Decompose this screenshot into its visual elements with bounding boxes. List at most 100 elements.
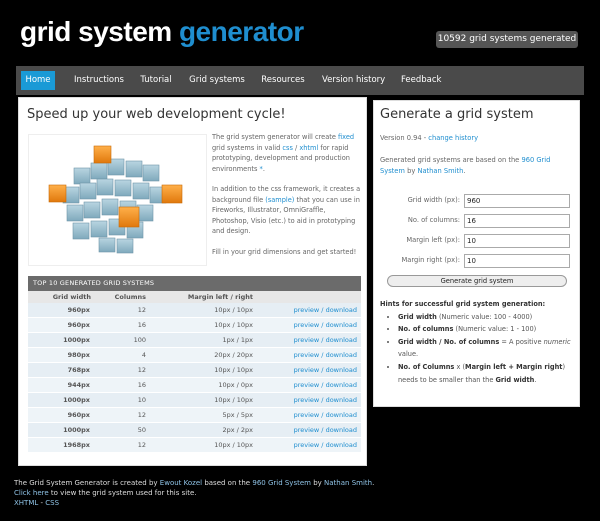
- download-link[interactable]: download: [326, 321, 357, 329]
- hints-list: Grid width (Numeric value: 100 - 4000) N…: [380, 311, 572, 387]
- cell-grid-width: 1000px: [63, 396, 90, 404]
- nav-item-tutorial[interactable]: Tutorial: [137, 71, 175, 90]
- field-columns: No. of columns:: [382, 214, 572, 228]
- cell-actions: preview / download: [294, 363, 357, 377]
- download-link[interactable]: download: [326, 441, 357, 449]
- download-link[interactable]: download: [326, 381, 357, 389]
- based-by: by: [407, 167, 416, 175]
- cell-grid-width: 944px: [67, 381, 90, 389]
- footer-line-2: Click here to view the grid system used …: [14, 488, 594, 498]
- cell-margins: 5px / 5px: [222, 411, 253, 419]
- intro-p1-text-2: grid systems in valid: [212, 143, 281, 152]
- link-ewout-kozel[interactable]: Ewout Kozel: [160, 479, 202, 487]
- intro-paragraph-1: The grid system generator will create fi…: [212, 132, 362, 174]
- footer-text-end: .: [372, 479, 375, 487]
- grid-cubes-illustration: [28, 134, 207, 266]
- link-click-here[interactable]: Click here: [14, 489, 49, 497]
- cell-columns: 100: [133, 336, 146, 344]
- download-link[interactable]: download: [326, 336, 357, 344]
- hint-3-text: = A positive: [501, 337, 542, 346]
- cell-actions: preview / download: [294, 333, 357, 347]
- preview-link[interactable]: preview: [294, 306, 320, 314]
- nav-item-resources[interactable]: Resources: [261, 71, 305, 90]
- download-link[interactable]: download: [326, 426, 357, 434]
- download-link[interactable]: download: [326, 411, 357, 419]
- logo-text-generator: generator: [178, 16, 304, 47]
- cell-actions: preview / download: [294, 393, 357, 407]
- logo-text-grid-system: grid system: [20, 16, 172, 47]
- cell-columns: 16: [137, 321, 146, 329]
- link-nathan-smith[interactable]: Nathan Smith: [417, 167, 463, 175]
- download-link[interactable]: download: [326, 366, 357, 374]
- nav-item-version-history[interactable]: Version history: [322, 71, 385, 90]
- cell-actions: preview / download: [294, 408, 357, 422]
- input-margin-right[interactable]: [464, 254, 570, 268]
- preview-link[interactable]: preview: [294, 336, 320, 344]
- preview-link[interactable]: preview: [294, 381, 320, 389]
- cell-columns: 10: [137, 396, 146, 404]
- input-grid-width[interactable]: [464, 194, 570, 208]
- intro-p1-end: .: [262, 164, 265, 173]
- table-row: 960px 16 10px / 10px preview / download: [28, 318, 361, 333]
- preview-link[interactable]: preview: [294, 411, 320, 419]
- hints-section: Hints for successful grid system generat…: [380, 298, 572, 386]
- preview-link[interactable]: preview: [294, 441, 320, 449]
- preview-link[interactable]: preview: [294, 396, 320, 404]
- cell-margins: 20px / 20px: [214, 351, 253, 359]
- hint-4-tail: .: [534, 375, 537, 384]
- footer-sep: -: [40, 499, 44, 507]
- input-margin-left[interactable]: [464, 234, 570, 248]
- link-separator: /: [321, 351, 324, 359]
- link-css[interactable]: css: [282, 144, 293, 152]
- nav-item-grid-systems[interactable]: Grid systems: [189, 71, 245, 90]
- site-header: grid system generator 10592 grid systems…: [0, 0, 600, 62]
- intro-paragraph-2: In addition to the css framework, it cre…: [212, 184, 362, 237]
- footer-line-3: XHTML - CSS: [14, 498, 594, 508]
- link-footer-960-grid-system[interactable]: 960 Grid System: [252, 479, 311, 487]
- download-link[interactable]: download: [326, 351, 357, 359]
- download-link[interactable]: download: [326, 306, 357, 314]
- link-css-validator[interactable]: CSS: [45, 499, 59, 507]
- field-margin-right: Margin right (px):: [382, 254, 572, 268]
- cell-columns: 50: [137, 426, 146, 434]
- site-footer: The Grid System Generator is created by …: [14, 478, 594, 508]
- cell-grid-width: 1000px: [63, 426, 90, 434]
- hint-1-text: (Numeric value: 100 - 4000): [438, 312, 533, 321]
- preview-link[interactable]: preview: [294, 366, 320, 374]
- link-change-history[interactable]: change history: [428, 134, 478, 142]
- link-separator: /: [321, 411, 324, 419]
- preview-link[interactable]: preview: [294, 351, 320, 359]
- top10-rows: 960px 12 10px / 10px preview / download 960p…: [28, 303, 361, 453]
- hint-item: Grid width (Numeric value: 100 - 4000): [398, 311, 572, 324]
- cell-grid-width: 768px: [67, 366, 90, 374]
- link-xhtml-validator[interactable]: XHTML: [14, 499, 38, 507]
- generate-button[interactable]: Generate grid system: [387, 275, 567, 287]
- preview-link[interactable]: preview: [294, 321, 320, 329]
- table-row: 768px 12 10px / 10px preview / download: [28, 363, 361, 378]
- cell-actions: preview / download: [294, 423, 357, 437]
- generator-heading: Generate a grid system: [380, 107, 534, 122]
- label-grid-width: Grid width (px):: [407, 196, 460, 204]
- download-link[interactable]: download: [326, 396, 357, 404]
- cell-margins: 1px / 1px: [222, 336, 253, 344]
- nav-item-feedback[interactable]: Feedback: [401, 71, 441, 90]
- link-sample[interactable]: (sample): [265, 196, 294, 204]
- link-footer-nathan-smith[interactable]: Nathan Smith: [324, 479, 372, 487]
- cell-actions: preview / download: [294, 318, 357, 332]
- cell-grid-width: 1000px: [63, 336, 90, 344]
- nav-item-instructions[interactable]: Instructions: [69, 71, 129, 90]
- footer-text-4: to view the grid system used for this si…: [50, 489, 197, 497]
- hints-title: Hints for successful grid system generat…: [380, 300, 546, 308]
- link-fixed[interactable]: fixed: [338, 133, 354, 141]
- nav-item-home[interactable]: Home: [21, 71, 55, 90]
- link-xhtml[interactable]: xhtml: [299, 144, 318, 152]
- hint-item: No. of columns (Numeric value: 1 - 100): [398, 323, 572, 336]
- cell-margins: 10px / 10px: [214, 396, 253, 404]
- site-logo[interactable]: grid system generator: [20, 15, 304, 49]
- preview-link[interactable]: preview: [294, 426, 320, 434]
- cell-margins: 10px / 10px: [214, 366, 253, 374]
- input-columns[interactable]: [464, 214, 570, 228]
- main-nav: Home Instructions Tutorial Grid systems …: [16, 66, 584, 95]
- cell-margins: 10px / 10px: [214, 321, 253, 329]
- top10-table: TOP 10 GENERATED GRID SYSTEMS Grid width…: [28, 276, 361, 453]
